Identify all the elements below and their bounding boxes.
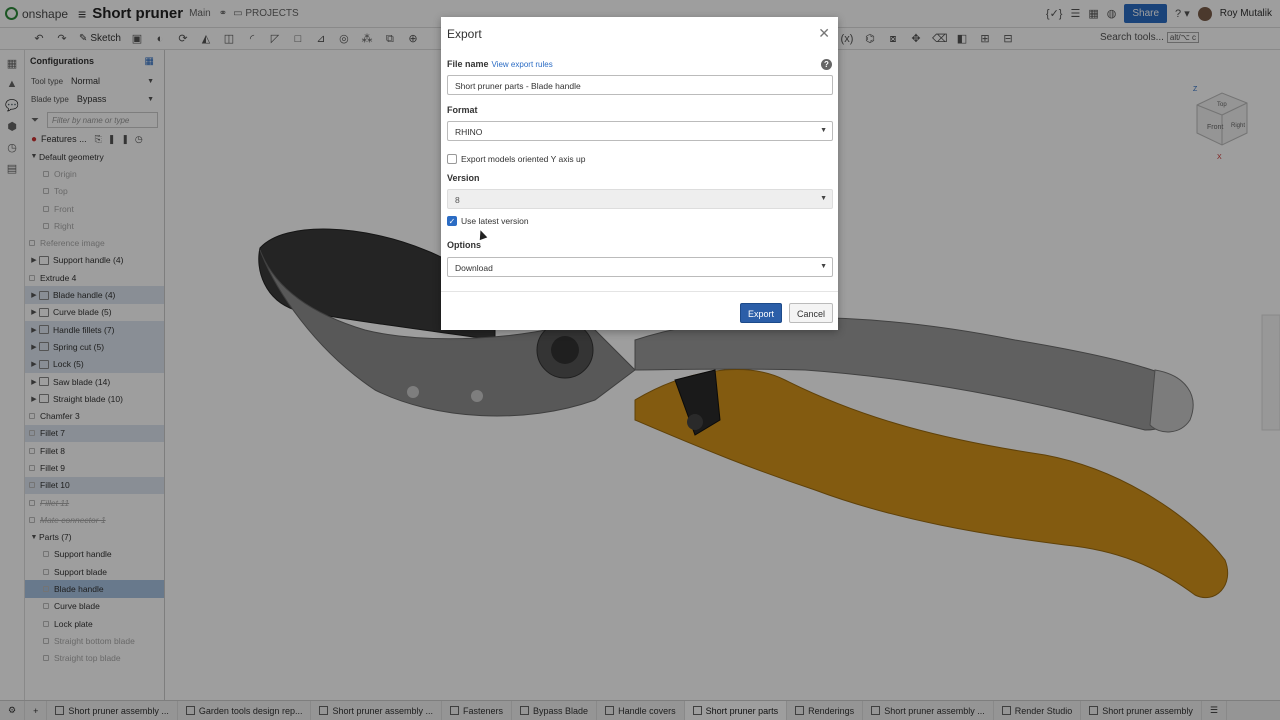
export-button[interactable]: Export bbox=[740, 303, 783, 323]
close-icon[interactable]: ✕ bbox=[818, 25, 830, 42]
help-icon[interactable]: ? bbox=[821, 59, 832, 70]
checkbox-icon[interactable] bbox=[447, 154, 457, 164]
chevron-down-icon: ▼ bbox=[820, 263, 827, 270]
chevron-down-icon: ▼ bbox=[820, 195, 827, 202]
version-value: 8 bbox=[455, 195, 460, 205]
version-label: Version bbox=[447, 173, 480, 183]
options-select[interactable]: Download ▼ bbox=[447, 257, 833, 277]
format-select[interactable]: RHINO ▼ bbox=[447, 121, 833, 141]
dialog-title: Export bbox=[447, 27, 482, 41]
y-axis-up-checkbox[interactable]: Export models oriented Y axis up bbox=[447, 154, 585, 164]
view-export-rules-link[interactable]: View export rules bbox=[492, 60, 553, 69]
file-name-label: File name View export rules bbox=[447, 59, 553, 69]
options-value: Download bbox=[455, 263, 493, 273]
cancel-button[interactable]: Cancel bbox=[789, 303, 834, 323]
version-select: 8 ▼ bbox=[447, 189, 833, 209]
use-latest-version-checkbox[interactable]: ✓ Use latest version bbox=[447, 216, 529, 226]
dialog-divider bbox=[441, 291, 838, 292]
chevron-down-icon: ▼ bbox=[820, 127, 827, 134]
checkbox-checked-icon[interactable]: ✓ bbox=[447, 216, 457, 226]
file-name-label-text: File name bbox=[447, 59, 489, 69]
y-axis-up-label: Export models oriented Y axis up bbox=[461, 154, 586, 164]
export-dialog: Export ✕ File name View export rules ? Sh… bbox=[441, 17, 838, 330]
format-value: RHINO bbox=[455, 127, 483, 137]
file-name-field[interactable]: Short pruner parts - Blade handle bbox=[447, 75, 833, 95]
options-label: Options bbox=[447, 240, 481, 250]
format-label: Format bbox=[447, 105, 478, 115]
use-latest-label: Use latest version bbox=[461, 216, 529, 226]
